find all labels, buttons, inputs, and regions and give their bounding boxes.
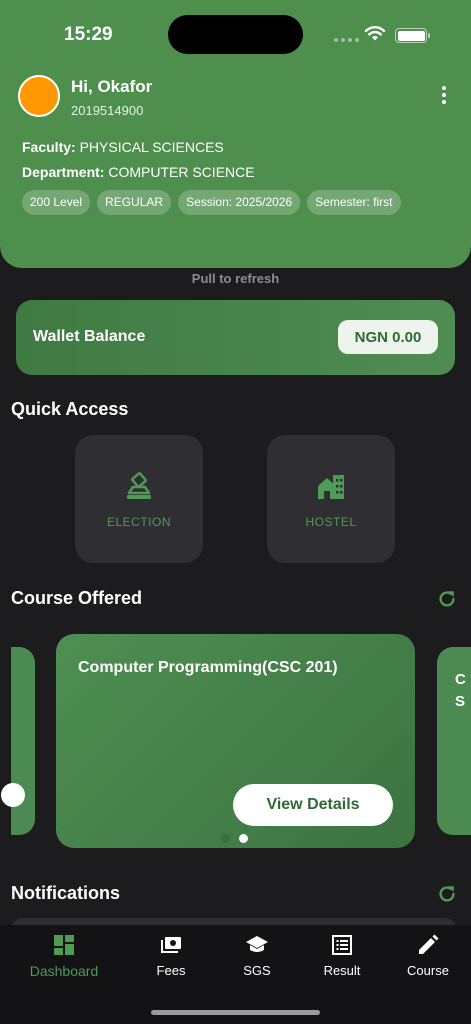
course-name: Computer Programming(CSC 201): [78, 659, 338, 676]
dashboard-grid-icon: [54, 935, 74, 955]
hostel-building-icon: [318, 475, 344, 499]
matric-number: 2019514900: [71, 103, 144, 118]
avatar[interactable]: [18, 75, 60, 117]
hostel-label: HOSTEL: [305, 515, 357, 529]
faculty-value: PHYSICAL SCIENCES: [79, 139, 224, 155]
status-time: 15:29: [64, 24, 113, 45]
profile-header: 15:29 Hi, Okafor 2019514900 Faculty: PHY…: [0, 0, 471, 268]
nav-fees[interactable]: Fees: [126, 933, 216, 978]
notifications-title: Notifications: [11, 883, 121, 903]
wallet-balance-badge: NGN 0.00: [338, 320, 438, 354]
quick-access-title: Quick Access: [11, 399, 129, 419]
nav-dashboard-label: Dashboard: [29, 963, 99, 979]
view-details-button[interactable]: View Details: [233, 784, 393, 826]
faculty-label: Faculty:: [22, 139, 76, 155]
wifi-icon: [364, 26, 386, 41]
wallet-card[interactable]: Wallet Balance NGN 0.00: [16, 300, 455, 375]
carousel-dot: [221, 834, 230, 843]
result-list-icon: [332, 935, 352, 955]
nav-result-label: Result: [323, 963, 361, 978]
carousel-dot-active: [239, 834, 248, 843]
ballot-box-icon: [127, 472, 151, 499]
election-tile[interactable]: ELECTION: [75, 435, 203, 563]
carousel-indicator: [221, 834, 248, 843]
next-card-peek-line: S: [455, 693, 466, 710]
department-label: Department:: [22, 164, 105, 180]
department-info: Department: COMPUTER SCIENCE: [22, 164, 255, 180]
course-card[interactable]: Computer Programming(CSC 201) View Detai…: [56, 634, 415, 848]
level-chip: 200 Level: [22, 190, 91, 215]
faculty-info: Faculty: PHYSICAL SCIENCES: [22, 139, 224, 155]
previous-course-card[interactable]: [1, 647, 35, 835]
home-indicator: [151, 1010, 320, 1015]
next-course-card[interactable]: C S: [437, 647, 471, 835]
pull-to-refresh-hint: Pull to refresh: [191, 271, 280, 286]
nav-course-label: Course: [407, 963, 449, 978]
refresh-courses-icon[interactable]: [436, 588, 458, 610]
fees-money-icon: [161, 937, 181, 953]
election-label: ELECTION: [106, 515, 171, 529]
mode-chip: REGULAR: [97, 190, 172, 215]
battery-icon: [395, 28, 430, 43]
status-bar: 15:29: [0, 0, 471, 70]
refresh-notifications-icon[interactable]: [436, 883, 458, 905]
cellular-signal-icon: [334, 38, 359, 42]
nav-sgs-label: SGS: [243, 963, 271, 978]
pencil-edit-icon: [419, 934, 439, 954]
nav-sgs[interactable]: SGS: [212, 933, 302, 978]
dynamic-island: [168, 15, 303, 54]
nav-fees-label: Fees: [156, 963, 186, 978]
semester-chip: Semester: first: [307, 190, 401, 215]
graduation-cap-icon: [246, 936, 268, 952]
session-chip: Session: 2025/2026: [178, 190, 301, 215]
profile-chips: 200 Level REGULAR Session: 2025/2026 Sem…: [22, 190, 452, 215]
hostel-tile[interactable]: HOSTEL: [267, 435, 395, 563]
previous-card-button: [1, 783, 25, 807]
nav-dashboard[interactable]: Dashboard: [19, 933, 109, 979]
greeting-text: Hi, Okafor: [71, 77, 153, 96]
course-offered-title: Course Offered: [11, 588, 143, 608]
more-options-icon[interactable]: [432, 86, 456, 110]
next-card-peek-line: C: [455, 671, 466, 688]
wallet-label: Wallet Balance: [33, 328, 146, 345]
department-value: COMPUTER SCIENCE: [108, 164, 255, 180]
nav-course[interactable]: Course: [383, 933, 471, 978]
nav-result[interactable]: Result: [297, 933, 387, 978]
